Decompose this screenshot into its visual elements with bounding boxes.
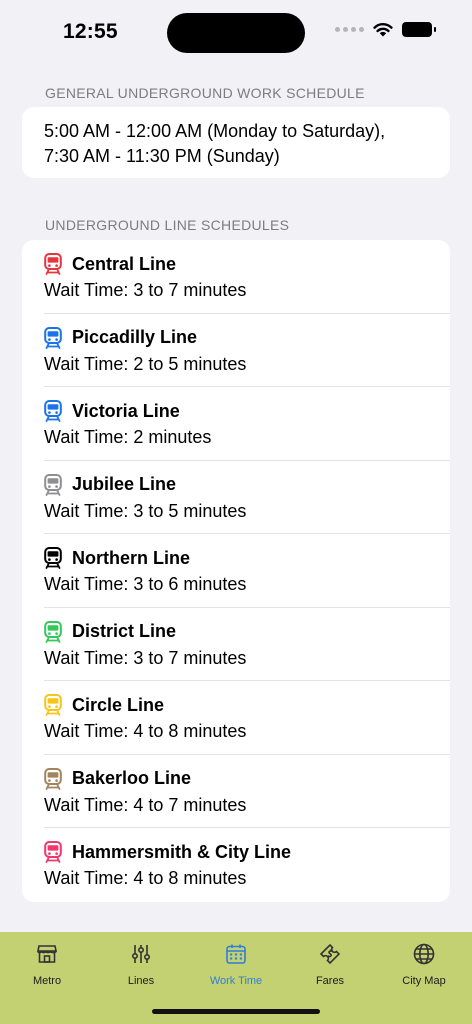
tab-label: City Map: [402, 975, 446, 987]
line-title-wrap: Bakerloo Line: [44, 767, 192, 790]
dynamic-island: [167, 13, 305, 53]
tab-label: Work Time: [209, 975, 263, 987]
line-title-wrap: District Line: [44, 620, 177, 643]
train-icon: [44, 253, 62, 275]
train-icon: [44, 767, 62, 790]
tab-lines[interactable]: Lines: [94, 942, 188, 987]
general-schedule-header: GENERAL UNDERGROUND WORK SCHEDULE: [45, 85, 365, 101]
train-icon: [44, 400, 62, 422]
wifi-icon: [373, 23, 393, 37]
tab-work-time[interactable]: Work Time: [189, 942, 283, 987]
line-wait-time: Wait Time: 2 to 5 minutes: [44, 353, 247, 374]
line-row: District Line Wait Time: 3 to 7 minutes: [44, 608, 450, 681]
tab-label: Metro: [32, 975, 62, 987]
tab-label: Fares: [315, 975, 345, 987]
line-title-wrap: Central Line: [44, 253, 176, 275]
line-name: Northern Line: [72, 547, 191, 568]
tab-city-map[interactable]: City Map: [377, 942, 471, 987]
train-icon: [44, 841, 62, 863]
line-row: Hammersmith & City Line Wait Time: 4 to 8…: [44, 828, 450, 902]
train-icon: [44, 326, 62, 349]
tab-label: Lines: [127, 975, 155, 987]
globe-icon: [413, 943, 435, 965]
line-wait-time: Wait Time: 3 to 6 minutes: [44, 574, 247, 594]
line-row: Circle Line Wait Time: 4 to 8 minutes: [44, 681, 450, 755]
line-title-wrap: Northern Line: [44, 547, 190, 569]
line-wait-time: Wait Time: 3 to 7 minutes: [44, 280, 247, 300]
line-wait-time: Wait Time: 3 to 5 minutes: [44, 500, 247, 521]
train-icon: [44, 694, 62, 716]
general-schedule-weekdays: 5:00 AM - 12:00 AM (Monday to Saturday),: [44, 121, 386, 141]
line-schedules-header: UNDERGROUND LINE SCHEDULES: [45, 217, 290, 233]
train-icon: [44, 620, 62, 643]
line-name: Bakerloo Line: [72, 768, 192, 788]
tab-fares[interactable]: Fares: [283, 942, 377, 987]
signal-dots-icon: [335, 27, 364, 32]
line-name: District Line: [72, 621, 177, 641]
line-wait-time: Wait Time: 2 minutes: [44, 427, 212, 447]
ticket-icon: [319, 943, 341, 965]
status-time: 12:55: [63, 20, 118, 43]
line-wait-time: Wait Time: 4 to 8 minutes: [44, 868, 247, 888]
status-bar: 12:55: [0, 0, 472, 60]
status-indicators: [335, 22, 436, 37]
line-name: Circle Line: [72, 694, 165, 715]
line-name: Victoria Line: [72, 400, 180, 421]
general-schedule-sunday: 7:30 AM - 11:30 PM (Sunday): [44, 146, 280, 166]
line-row: Victoria Line Wait Time: 2 minutes: [44, 387, 450, 461]
line-name: Hammersmith & City Line: [72, 841, 292, 862]
train-icon: [44, 473, 62, 496]
line-title-wrap: Piccadilly Line: [44, 326, 198, 349]
line-title-wrap: Hammersmith & City Line: [44, 841, 291, 863]
storefront-icon: [37, 945, 57, 963]
train-icon: [44, 547, 62, 569]
line-title-wrap: Victoria Line: [44, 400, 180, 422]
line-schedules-list: Central Line Wait Time: 3 to 7 minutes Pic…: [22, 240, 450, 902]
general-schedule-card: 5:00 AM - 12:00 AM (Monday to Saturday),…: [22, 107, 450, 178]
line-name: Piccadilly Line: [72, 327, 198, 347]
calendar-icon: [226, 944, 246, 964]
sliders-icon: [131, 945, 151, 963]
line-title-wrap: Circle Line: [44, 694, 164, 716]
line-wait-time: Wait Time: 4 to 8 minutes: [44, 721, 247, 741]
line-wait-time: Wait Time: 4 to 7 minutes: [44, 794, 247, 815]
line-name: Jubilee Line: [72, 474, 177, 494]
line-row: Central Line Wait Time: 3 to 7 minutes: [44, 240, 450, 314]
line-wait-time: Wait Time: 3 to 7 minutes: [44, 647, 247, 668]
line-row: Piccadilly Line Wait Time: 2 to 5 minutes: [44, 314, 450, 387]
home-indicator: [152, 1009, 320, 1014]
battery-icon: [402, 22, 436, 37]
line-row: Jubilee Line Wait Time: 3 to 5 minutes: [44, 461, 450, 534]
tab-metro[interactable]: Metro: [0, 942, 94, 987]
line-title-wrap: Jubilee Line: [44, 473, 177, 496]
line-name: Central Line: [72, 253, 177, 274]
line-row: Bakerloo Line Wait Time: 4 to 7 minutes: [44, 755, 450, 828]
line-row: Northern Line Wait Time: 3 to 6 minutes: [44, 534, 450, 608]
